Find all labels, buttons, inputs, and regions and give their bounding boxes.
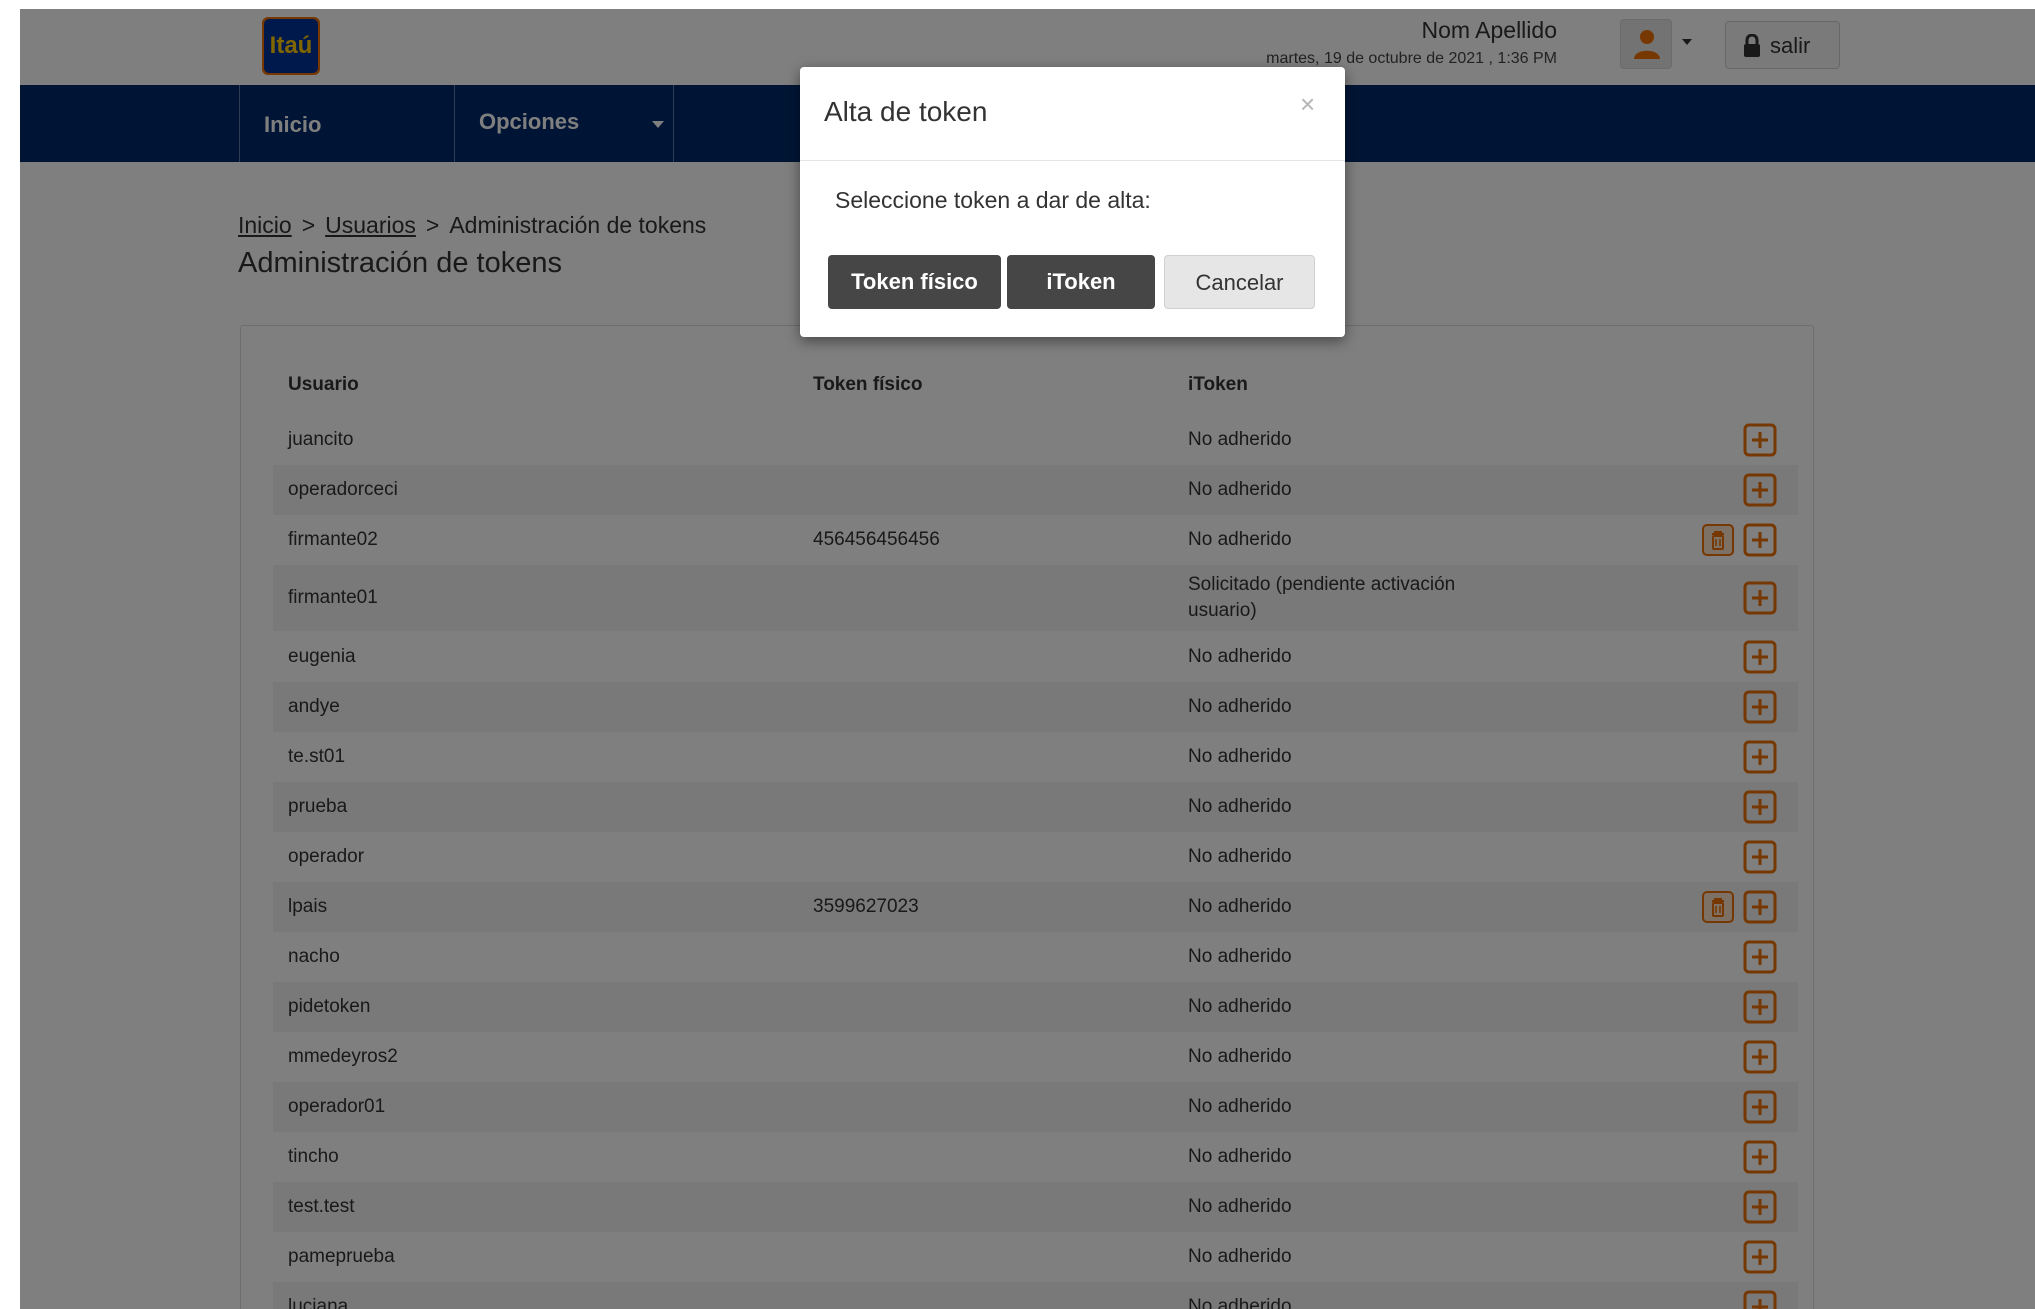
viewport: Itaú Nom Apellido martes, 19 de octubre … (0, 0, 2035, 1309)
alta-token-dialog: Alta de token × Seleccione token a dar d… (800, 67, 1345, 337)
dialog-message: Seleccione token a dar de alta: (835, 187, 1151, 213)
cancel-button[interactable]: Cancelar (1164, 255, 1315, 309)
app-window: Itaú Nom Apellido martes, 19 de octubre … (20, 9, 2035, 1309)
dialog-title: Alta de token (824, 96, 988, 127)
itoken-button[interactable]: iToken (1007, 255, 1155, 309)
close-icon[interactable]: × (1300, 91, 1315, 117)
dialog-divider (800, 160, 1345, 161)
token-fisico-button[interactable]: Token físico (828, 255, 1001, 309)
